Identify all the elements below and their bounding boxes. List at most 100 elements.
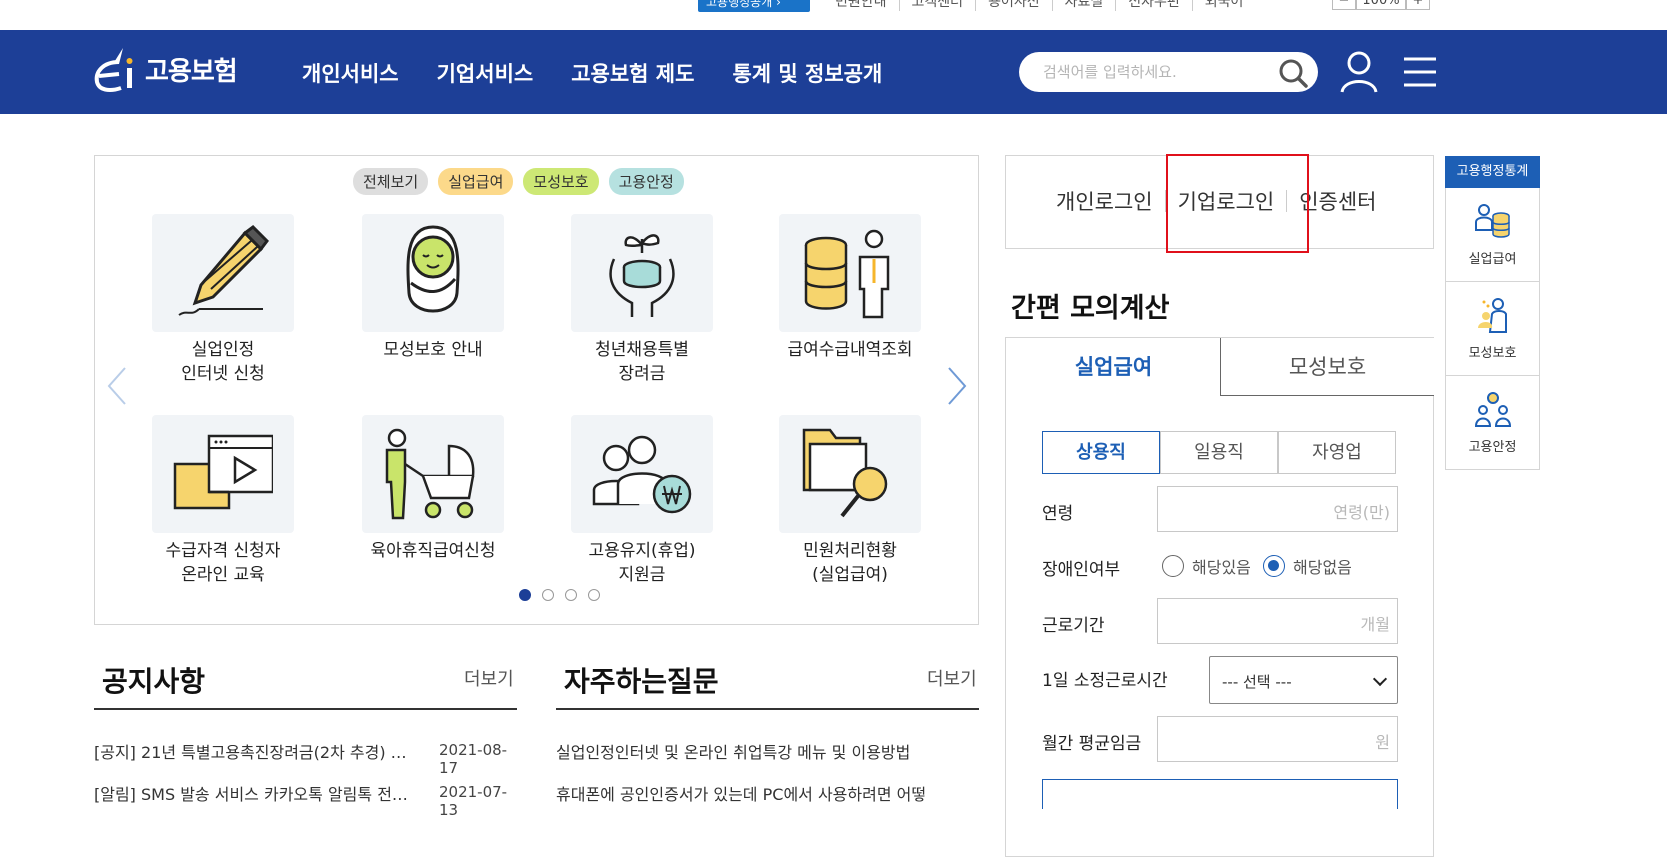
coins-person-icon <box>1474 204 1510 238</box>
tile-label: 육아휴직급여신청 <box>370 541 496 561</box>
slide-dot[interactable] <box>565 589 577 601</box>
radio-label: 해당있음 <box>1192 558 1251 577</box>
next-arrow-icon[interactable] <box>945 366 969 406</box>
disability-no-radio[interactable]: 해당없음 <box>1263 554 1352 578</box>
mother-child-icon <box>1477 298 1507 333</box>
util-link[interactable]: 전자우편 <box>1115 0 1192 11</box>
nav-insurance-system[interactable]: 고용보험 제도 <box>571 58 694 88</box>
disability-yes-radio[interactable]: 해당있음 <box>1162 554 1251 578</box>
slide-dot[interactable] <box>542 589 554 601</box>
cert-center-link[interactable]: 인증센터 <box>1299 186 1376 216</box>
notice-date: 2021-08-17 <box>439 741 508 777</box>
pencil-icon <box>178 225 269 316</box>
personal-login-link[interactable]: 개인로그인 <box>1056 186 1153 216</box>
side-item-label: 실업급여 <box>1468 252 1517 267</box>
tile-complaint-status[interactable]: 민원처리현황 (실업급여) <box>750 415 950 587</box>
faq-title: 자주하는질문 <box>564 665 719 698</box>
type-regular[interactable]: 상용직 <box>1042 431 1160 474</box>
side-quick-menu: 고용행정통계 실업급여 모성보호 고용안정 <box>1445 156 1540 470</box>
radio-circle <box>1263 555 1285 577</box>
folder-search-icon <box>802 428 888 518</box>
slide-dot[interactable] <box>588 589 600 601</box>
type-self-employed[interactable]: 자영업 <box>1278 431 1396 474</box>
type-daily[interactable]: 일용직 <box>1160 431 1278 474</box>
util-link[interactable]: 외국어 <box>1191 0 1256 11</box>
filter-maternity[interactable]: 모성보호 <box>523 168 599 195</box>
nav-corporate-service[interactable]: 기업서비스 <box>437 58 534 88</box>
tile-icon-bg <box>362 214 504 332</box>
faq-more-link[interactable]: 더보기 <box>927 665 977 691</box>
nav-personal-service[interactable]: 개인서비스 <box>302 58 399 88</box>
chevron-down-icon <box>1372 671 1388 687</box>
side-title[interactable]: 고용행정통계 <box>1445 156 1540 188</box>
tile-benefit-history[interactable]: 급여수급내역조회 <box>750 214 950 362</box>
menu-icon[interactable] <box>1402 55 1438 89</box>
age-label: 연령 <box>1042 504 1074 524</box>
tab-unemployment[interactable]: 실업급여 <box>1006 338 1221 396</box>
quick-filter-tabs: 전체보기 실업급여 모성보호 고용안정 <box>353 168 684 195</box>
tile-youth-hiring[interactable]: 청년채용특별 장려금 <box>542 214 742 386</box>
site-logo[interactable]: 고용보험 <box>93 44 238 94</box>
people-won-icon <box>592 435 692 514</box>
zoom-value: 100% <box>1356 0 1406 10</box>
main-header: 고용보험 개인서비스 기업서비스 고용보험 제도 통계 및 정보공개 <box>0 30 1667 114</box>
tile-icon-bg <box>779 415 921 533</box>
tile-label: 급여수급내역조회 <box>787 340 913 360</box>
filter-unemployment[interactable]: 실업급여 <box>438 168 514 195</box>
search-input[interactable] <box>1043 61 1273 83</box>
filter-all[interactable]: 전체보기 <box>353 168 429 195</box>
coins-person-icon <box>804 229 890 319</box>
plant-hands-icon <box>609 234 675 317</box>
admin-disclosure-button[interactable]: 고용행정공개 › <box>698 0 810 12</box>
tile-parental-leave[interactable]: 육아휴직급여신청 <box>333 415 533 563</box>
user-icon[interactable] <box>1339 50 1379 94</box>
period-input[interactable]: 개월 <box>1157 598 1398 644</box>
tile-label: 민원처리현황 (실업급여) <box>803 541 897 585</box>
side-item-label: 모성보호 <box>1468 346 1517 361</box>
utility-links: 민원안내 고객센터 용어사전 자료실 전자우편 외국어 <box>835 0 1255 11</box>
util-link[interactable]: 자료실 <box>1051 0 1116 11</box>
hours-select[interactable]: --- 선택 --- <box>1209 656 1398 704</box>
tile-icon-bg <box>779 214 921 332</box>
side-item-maternity[interactable]: 모성보호 <box>1445 282 1540 376</box>
highlight-box <box>1166 154 1309 253</box>
tile-unemployment-online[interactable]: 실업인정 인터넷 신청 <box>123 214 323 386</box>
filter-employment[interactable]: 고용안정 <box>608 168 684 195</box>
nav-statistics[interactable]: 통계 및 정보공개 <box>732 58 882 88</box>
faq-item[interactable]: 실업인정인터넷 및 온라인 취업특강 메뉴 및 이용방법 <box>556 739 910 763</box>
search-icon[interactable] <box>1278 58 1308 88</box>
faq-item[interactable]: 휴대폰에 공인인증서가 있는데 PC에서 사용하려면 어떻 <box>556 781 926 805</box>
divider <box>556 708 979 710</box>
zoom-in-button[interactable]: + <box>1406 0 1430 10</box>
slide-dot[interactable] <box>519 589 531 601</box>
util-link[interactable]: 용어사전 <box>975 0 1052 11</box>
period-label: 근로기간 <box>1042 616 1105 636</box>
global-nav: 개인서비스 기업서비스 고용보험 제도 통계 및 정보공개 <box>302 58 882 88</box>
calc-title: 간편 모의계산 <box>1011 293 1170 324</box>
age-placeholder: 연령(만) <box>1333 503 1390 522</box>
side-item-label: 고용안정 <box>1468 440 1517 455</box>
age-input[interactable]: 연령(만) <box>1157 486 1398 532</box>
util-link[interactable]: 고객센터 <box>898 0 976 11</box>
notice-item[interactable]: [알림] SMS 발송 서비스 카카오톡 알림톡 전… <box>94 781 408 805</box>
side-item-employment[interactable]: 고용안정 <box>1445 376 1540 470</box>
side-item-unemployment[interactable]: 실업급여 <box>1445 188 1540 282</box>
tile-online-education[interactable]: 수급자격 신청자 온라인 교육 <box>123 415 323 587</box>
tile-maternity-guide[interactable]: 모성보호 안내 <box>333 214 533 362</box>
notice-more-link[interactable]: 더보기 <box>464 665 514 691</box>
radio-label: 해당없음 <box>1293 558 1352 577</box>
tile-icon-bg <box>152 415 294 533</box>
search-box <box>1019 52 1318 92</box>
tile-icon-bg <box>571 415 713 533</box>
notice-title: 공지사항 <box>102 665 206 698</box>
zoom-out-button[interactable]: − <box>1332 0 1356 10</box>
wage-input[interactable]: 원 <box>1157 716 1398 762</box>
tile-label: 고용유지(휴업) 지원금 <box>588 541 696 585</box>
calculate-button[interactable] <box>1042 779 1398 809</box>
util-link[interactable]: 민원안내 <box>835 0 899 11</box>
tab-maternity[interactable]: 모성보호 <box>1220 338 1434 396</box>
stroller-icon <box>385 428 475 520</box>
tile-employment-retention[interactable]: 고용유지(휴업) 지원금 <box>542 415 742 587</box>
logo-text: 고용보험 <box>145 56 238 87</box>
notice-item[interactable]: [공지] 21년 특별고용촉진장려금(2차 추경) … <box>94 739 407 763</box>
